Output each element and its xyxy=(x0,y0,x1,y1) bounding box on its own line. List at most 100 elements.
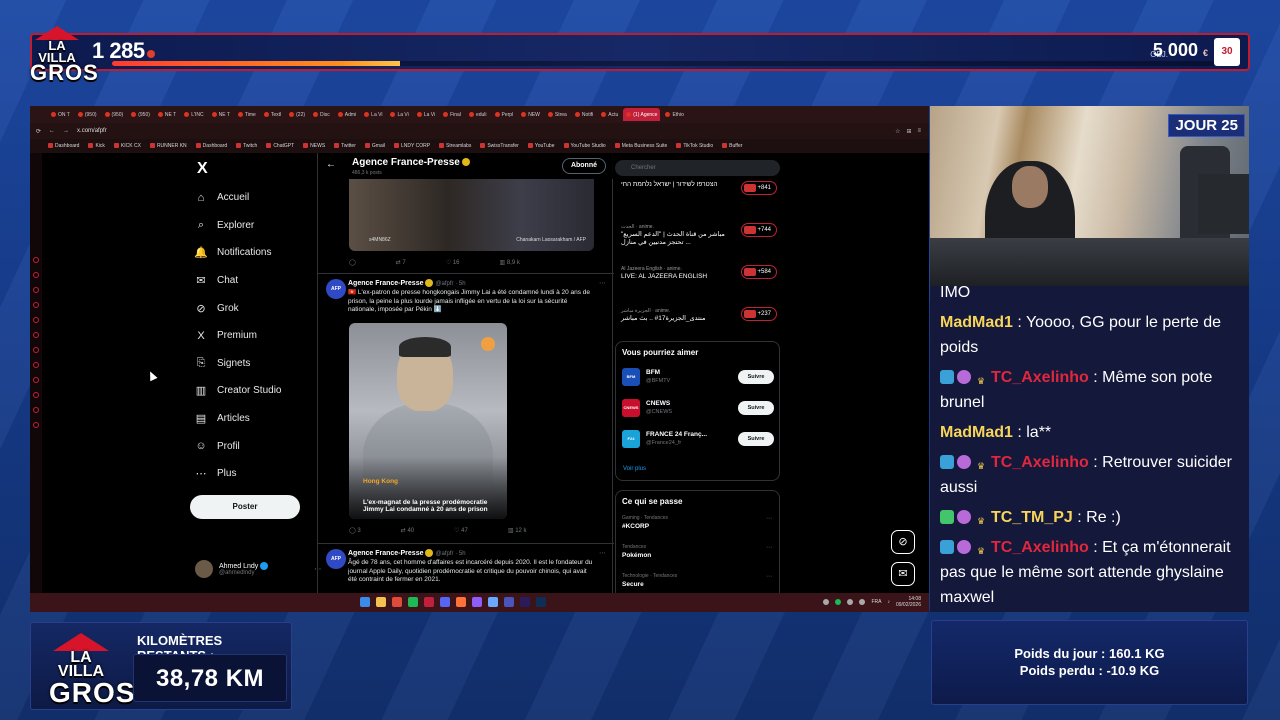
strip-icon[interactable] xyxy=(33,287,39,293)
x-logo[interactable]: X xyxy=(197,160,315,178)
bookmark-item[interactable]: Dashboard xyxy=(48,143,79,149)
strip-icon[interactable] xyxy=(33,302,39,308)
live-item[interactable]: Al Jazeera English · anime. LIVE: AL JAZE… xyxy=(621,265,777,281)
nav-item-grok[interactable]: ⊘ Grok xyxy=(195,294,315,322)
bookmark-item[interactable]: SwissTransfer xyxy=(480,143,519,149)
browser-tab[interactable]: eduli xyxy=(466,112,490,118)
browser-tab[interactable]: (950) xyxy=(75,112,100,118)
chat-username[interactable]: TC_Axelinho xyxy=(991,539,1089,556)
tray-icon[interactable] xyxy=(847,599,854,605)
strip-icon[interactable] xyxy=(33,407,39,413)
reload-icon[interactable]: ⟳ xyxy=(36,128,41,135)
nav-item-chat[interactable]: ✉ Chat xyxy=(195,267,315,295)
chat-username[interactable]: TC_Axelinho xyxy=(991,369,1089,386)
following-button[interactable]: Abonné xyxy=(561,158,606,174)
url-bar[interactable]: ⟳ ← → x.com/afpfr ☆ ⊞ ≡ xyxy=(30,123,929,139)
bookmark-item[interactable]: Meta Business Suite xyxy=(615,143,668,149)
nav-item-creator-studio[interactable]: ▥ Creator Studio xyxy=(195,377,315,405)
views-icon[interactable]: ▥ 8,9 k xyxy=(500,259,520,266)
bookmark-star-icon[interactable]: ☆ xyxy=(895,128,900,135)
folder-icon[interactable] xyxy=(376,597,386,607)
bookmark-item[interactable]: Kick xyxy=(88,143,104,149)
browser-tab[interactable]: NEW xyxy=(518,112,543,118)
follow-button[interactable]: Suivre xyxy=(738,432,774,446)
browser-tab[interactable]: (950) xyxy=(102,112,127,118)
browser-tab[interactable]: (950) xyxy=(128,112,153,118)
bookmark-item[interactable]: NEWS xyxy=(303,143,325,149)
live-item[interactable]: الحدث · anime. مباشر من قناة الحدث | "الد… xyxy=(621,223,777,247)
bookmark-item[interactable]: Buffer xyxy=(722,143,742,149)
tray-icon[interactable] xyxy=(823,599,830,605)
strip-icon[interactable] xyxy=(33,332,39,338)
browser-tab[interactable]: Textl xyxy=(261,112,284,118)
browser-tab[interactable]: La Vi xyxy=(361,112,385,118)
live-count-pill[interactable]: +237 xyxy=(741,307,777,321)
views-icon[interactable]: ▥ 12 k xyxy=(508,527,527,534)
browser-tab[interactable]: Time xyxy=(235,112,259,118)
app-icon[interactable] xyxy=(472,597,482,607)
menu-icon[interactable]: ≡ xyxy=(917,128,921,135)
browser-tab[interactable]: Notifi xyxy=(572,112,596,118)
browser-tab[interactable]: Admi xyxy=(335,112,359,118)
nav-item-articles[interactable]: ▤ Articles xyxy=(195,405,315,433)
browser-tab[interactable]: Disc xyxy=(310,112,333,118)
url-text[interactable]: x.com/afpfr xyxy=(77,128,107,134)
browser-tab[interactable]: Perpl xyxy=(492,112,517,118)
strip-icon[interactable] xyxy=(33,347,39,353)
account-switcher[interactable]: Ahmed Lndy @ahmedlndy ⋯ xyxy=(195,560,321,578)
nav-item-signets[interactable]: ⎘ Signets xyxy=(195,350,315,378)
app-icon[interactable] xyxy=(504,597,514,607)
grok-icon[interactable]: ⊘ xyxy=(891,530,915,554)
post-image-top[interactable]: s4MN86Z Chanakarn Laosarakham / AFP xyxy=(349,179,594,251)
chrome-icon[interactable] xyxy=(392,597,402,607)
browser-tab[interactable]: (22) xyxy=(286,112,308,118)
follow-button[interactable]: Suivre xyxy=(738,401,774,415)
discord-icon[interactable] xyxy=(440,597,450,607)
messages-icon[interactable]: ✉ xyxy=(891,562,915,586)
browser-tab[interactable]: NE T xyxy=(209,112,233,118)
app-icon[interactable] xyxy=(424,597,434,607)
browser-tab[interactable]: Final xyxy=(440,112,464,118)
see-more-link[interactable]: Voir plus xyxy=(623,466,646,472)
bookmark-item[interactable]: Twitch xyxy=(236,143,257,149)
live-count-pill[interactable]: +841 xyxy=(741,181,777,195)
avatar[interactable]: AFP xyxy=(326,549,346,569)
chat-username[interactable]: TC_Axelinho xyxy=(991,454,1089,471)
strip-icon[interactable] xyxy=(33,272,39,278)
browser-tab[interactable]: Ethio xyxy=(662,112,686,118)
chat-username[interactable]: MadMad1 xyxy=(940,314,1013,331)
browser-tab[interactable]: (1) Agence xyxy=(623,108,661,121)
live-count-pill[interactable]: +584 xyxy=(741,265,777,279)
bookmark-item[interactable]: RUNNER KN xyxy=(150,143,187,149)
trend-item[interactable]: Technologie · Tendances Secure ⋯ xyxy=(622,573,772,588)
more-icon[interactable]: ⋯ xyxy=(766,544,772,551)
strip-icon[interactable] xyxy=(33,317,39,323)
more-icon[interactable]: ⋯ xyxy=(599,549,606,557)
nav-item-plus[interactable]: ⋯ Plus xyxy=(195,460,315,488)
browser-tab[interactable]: Actu xyxy=(598,112,621,118)
live-item[interactable]: הצטרפו לשידור | ישראל נלחמת החי +841 xyxy=(621,181,777,195)
nav-item-accueil[interactable]: ⌂ Accueil xyxy=(195,184,315,212)
browser-tab[interactable]: L'INC xyxy=(181,112,206,118)
follow-button[interactable]: Suivre xyxy=(738,370,774,384)
trend-item[interactable]: Gaming · Tendances #KCORP ⋯ xyxy=(622,515,772,530)
nav-item-premium[interactable]: X Premium xyxy=(195,322,315,350)
browser-tab[interactable]: ON T xyxy=(48,112,73,118)
bookmark-item[interactable]: YouTube xyxy=(528,143,555,149)
back-arrow-icon[interactable]: ← xyxy=(326,159,336,170)
repost-icon[interactable]: ⇄ 40 xyxy=(401,527,414,534)
post-button[interactable]: Poster xyxy=(190,495,300,519)
premiere-icon[interactable] xyxy=(520,597,530,607)
firefox-icon[interactable] xyxy=(456,597,466,607)
avatar[interactable]: AFP xyxy=(326,279,346,299)
more-icon[interactable]: ⋯ xyxy=(766,573,772,580)
trend-item[interactable]: Tendances Pokémon ⋯ xyxy=(622,544,772,559)
spotify-tray-icon[interactable] xyxy=(835,599,842,605)
strip-icon[interactable] xyxy=(33,392,39,398)
tweet-photo[interactable]: Hong Kong L'ex-magnat de la presse prodé… xyxy=(349,323,507,519)
bookmark-item[interactable]: Twitter xyxy=(334,143,356,149)
live-count-pill[interactable]: +744 xyxy=(741,223,777,237)
windows-icon[interactable] xyxy=(360,597,370,607)
reply-icon[interactable]: ◯ 3 xyxy=(349,527,361,534)
tray-icon[interactable] xyxy=(859,599,866,605)
